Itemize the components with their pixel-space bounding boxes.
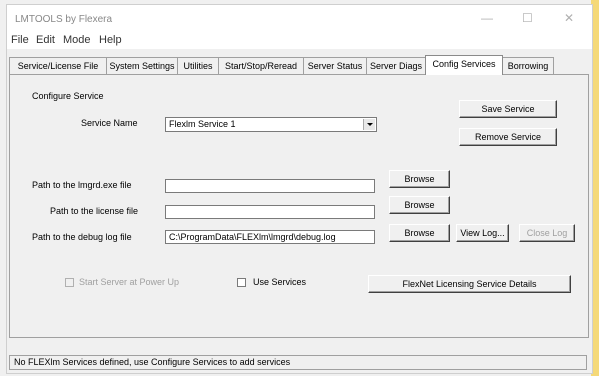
- license-path-input[interactable]: [165, 205, 375, 219]
- menu-mode[interactable]: Mode: [63, 34, 91, 46]
- status-bar: No FLEXlm Services defined, use Configur…: [9, 355, 587, 370]
- start-server-checkbox[interactable]: [65, 278, 74, 287]
- remove-service-button[interactable]: Remove Service: [459, 128, 557, 146]
- lmtools-window: LMTOOLS by Flexera — ☐ ✕ File Edit Mode …: [6, 4, 593, 374]
- view-log-button[interactable]: View Log...: [456, 224, 509, 242]
- tab-server-status[interactable]: Server Status: [303, 57, 367, 74]
- use-services-checkbox[interactable]: [237, 278, 246, 287]
- menu-help[interactable]: Help: [99, 34, 122, 46]
- service-name-label: Service Name: [81, 118, 138, 128]
- menu-bar: File Edit Mode Help: [7, 31, 592, 49]
- service-name-value: Flexlm Service 1: [169, 119, 236, 129]
- browse-lmgrd-button[interactable]: Browse: [389, 170, 450, 188]
- debug-log-path-input[interactable]: C:\ProgramData\FLEXlm\lmgrd\debug.log: [165, 230, 375, 244]
- browse-license-button[interactable]: Browse: [389, 196, 450, 214]
- close-icon[interactable]: ✕: [564, 11, 574, 25]
- menu-file[interactable]: File: [11, 34, 29, 46]
- license-path-label: Path to the license file: [50, 206, 139, 216]
- debug-log-path-label: Path to the debug log file: [32, 232, 132, 242]
- browse-debug-log-button[interactable]: Browse: [389, 224, 450, 242]
- save-service-button[interactable]: Save Service: [459, 100, 557, 118]
- lmgrd-path-input[interactable]: [165, 179, 375, 193]
- lmgrd-path-label: Path to the lmgrd.exe file: [32, 180, 132, 190]
- tab-start-stop-reread[interactable]: Start/Stop/Reread: [218, 57, 304, 74]
- minimize-icon[interactable]: —: [481, 11, 493, 25]
- use-services-label: Use Services: [253, 277, 307, 287]
- tab-service-license-file[interactable]: Service/License File: [9, 57, 107, 74]
- tab-borrowing[interactable]: Borrowing: [502, 57, 554, 74]
- config-services-panel: Configure Service Service Name Flexlm Se…: [9, 74, 589, 338]
- close-log-button[interactable]: Close Log: [519, 224, 575, 242]
- start-server-label: Start Server at Power Up: [79, 277, 180, 287]
- menu-edit[interactable]: Edit: [36, 34, 55, 46]
- tab-system-settings[interactable]: System Settings: [106, 57, 178, 74]
- chevron-down-icon[interactable]: [363, 119, 375, 130]
- client-area: Service/License File System Settings Uti…: [7, 49, 592, 373]
- window-title: LMTOOLS by Flexera: [15, 14, 113, 25]
- service-name-combo[interactable]: Flexlm Service 1: [165, 117, 377, 132]
- tab-strip: Service/License File System Settings Uti…: [9, 55, 589, 75]
- maximize-icon[interactable]: ☐: [522, 11, 533, 25]
- title-bar[interactable]: LMTOOLS by Flexera — ☐ ✕: [7, 5, 592, 31]
- tab-utilities[interactable]: Utilities: [177, 57, 219, 74]
- configure-service-heading: Configure Service: [32, 91, 104, 101]
- tab-server-diags[interactable]: Server Diags: [366, 57, 426, 74]
- tab-config-services[interactable]: Config Services: [425, 55, 503, 75]
- flexnet-details-button[interactable]: FlexNet Licensing Service Details: [368, 275, 571, 293]
